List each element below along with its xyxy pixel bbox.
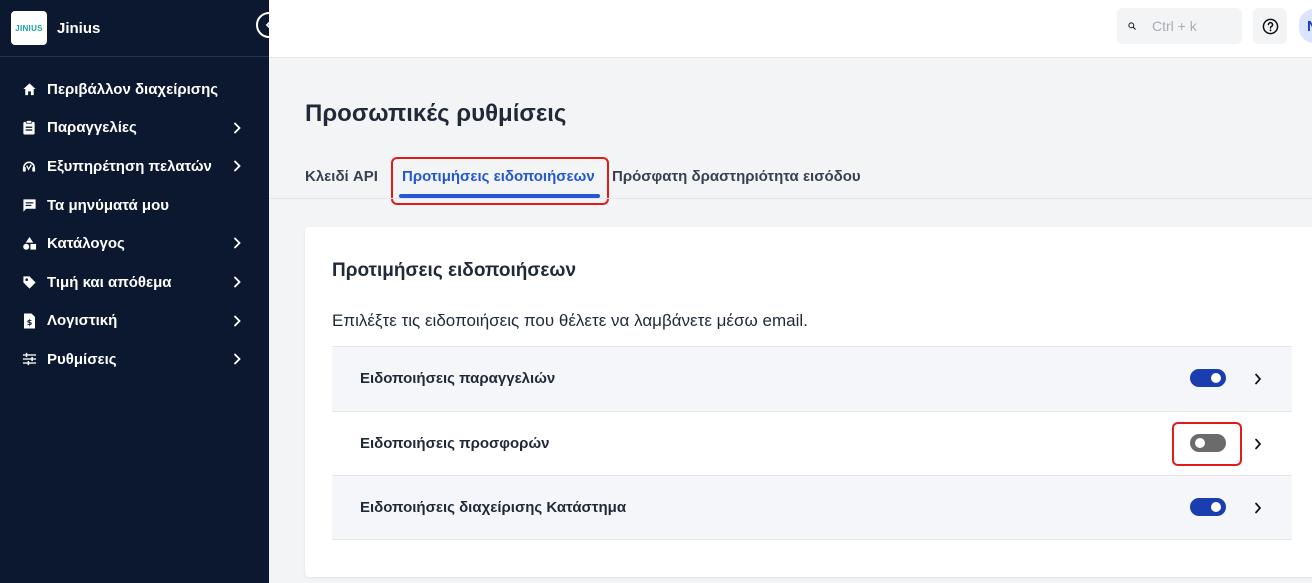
help-icon <box>1262 18 1278 34</box>
page-title: Προσωπικές ρυθμίσεις <box>305 100 567 127</box>
sidebar-item-catalog[interactable]: Κατάλογος <box>0 224 269 263</box>
headset-icon <box>21 158 37 174</box>
sidebar-item-label: Λογιστική <box>47 312 118 330</box>
chevron-right-icon <box>234 122 241 133</box>
chevron-right-icon[interactable] <box>1252 437 1264 451</box>
sidebar: JINIUS Jinius Περιβάλλον διαχείρισης Παρ… <box>0 0 282 583</box>
shapes-icon <box>21 236 37 252</box>
svg-text:$: $ <box>26 318 32 327</box>
sidebar-item-label: Περιβάλλον διαχείρισης <box>47 80 219 98</box>
chevron-right-icon <box>234 353 241 365</box>
card-title: Προτιμήσεις ειδοποιήσεων <box>332 260 577 281</box>
chevron-right-icon[interactable] <box>1252 501 1264 515</box>
search-box[interactable] <box>1117 8 1242 44</box>
tab-recent-login-activity[interactable]: Πρόσφατη δραστηριότητα εισόδου <box>612 164 861 197</box>
chevron-right-icon <box>234 160 241 172</box>
brand[interactable]: JINIUS Jinius <box>0 0 269 57</box>
sidebar-item-customer-service[interactable]: Εξυπηρέτηση πελατών <box>0 147 269 186</box>
offers-toggle[interactable] <box>1190 433 1226 452</box>
search-input[interactable] <box>1152 18 1242 34</box>
main-content: Προσωπικές ρυθμίσεις Κλειδί API Προτιμήσ… <box>269 58 1312 583</box>
home-icon <box>21 81 37 97</box>
chevron-right-icon <box>234 315 241 326</box>
sidebar-item-label: Ρυθμίσεις <box>47 350 117 368</box>
chevron-right-icon <box>234 237 241 249</box>
sidebar-item-accounting[interactable]: $ Λογιστική <box>0 302 269 341</box>
chevron-right-icon <box>234 276 241 288</box>
brand-logo: JINIUS <box>11 11 47 45</box>
tab-api-key[interactable]: Κλειδί API <box>305 164 399 197</box>
topbar: N <box>269 0 1312 58</box>
tabs-divider <box>269 198 1312 199</box>
invoice-icon: $ <box>21 313 37 329</box>
card-description: Επιλέξτε τις ειδοποιήσεις που θέλετε να … <box>332 311 808 330</box>
avatar[interactable]: N <box>1299 9 1312 43</box>
preferences-list: Ειδοποιήσεις παραγγελιών Ειδοποιήσεις πρ… <box>332 346 1292 540</box>
sidebar-item-label: Παραγγελίες <box>47 119 137 137</box>
preference-label: Ειδοποιήσεις παραγγελιών <box>360 370 556 388</box>
message-icon <box>21 197 37 213</box>
sidebar-item-label: Εξυπηρέτηση πελατών <box>47 157 212 175</box>
preference-row-store-management[interactable]: Ειδοποιήσεις διαχείρισης Κατάστημα <box>332 475 1292 540</box>
sidebar-item-dashboard[interactable]: Περιβάλλον διαχείρισης <box>0 70 269 109</box>
preference-label: Ειδοποιήσεις προσφορών <box>360 434 550 452</box>
preference-row-orders[interactable]: Ειδοποιήσεις παραγγελιών <box>332 346 1292 411</box>
sidebar-item-orders[interactable]: Παραγγελίες <box>0 109 269 148</box>
sliders-icon <box>21 351 37 367</box>
sidebar-nav: Περιβάλλον διαχείρισης Παραγγελίες Εξυπη… <box>0 57 269 379</box>
search-icon <box>1128 22 1136 30</box>
clipboard-icon <box>21 120 37 136</box>
sidebar-item-label: Κατάλογος <box>47 235 125 253</box>
toggle-knob <box>1211 373 1221 383</box>
sidebar-item-label: Τιμή και απόθεμα <box>47 273 172 291</box>
preference-label: Ειδοποιήσεις διαχείρισης Κατάστημα <box>360 498 627 516</box>
toggle-knob <box>1211 502 1221 512</box>
sidebar-item-messages[interactable]: Τα μηνύματά μου <box>0 186 269 225</box>
notification-preferences-card: Προτιμήσεις ειδοποιήσεων Επιλέξτε τις ει… <box>305 227 1312 577</box>
help-button[interactable] <box>1253 8 1287 44</box>
store-management-toggle[interactable] <box>1190 498 1226 516</box>
preference-row-offers[interactable]: Ειδοποιήσεις προσφορών <box>332 410 1292 476</box>
tag-icon <box>21 274 37 290</box>
sidebar-item-settings[interactable]: Ρυθμίσεις <box>0 340 269 379</box>
chevron-right-icon[interactable] <box>1252 372 1264 386</box>
brand-name: Jinius <box>57 19 101 37</box>
sidebar-item-price-stock[interactable]: Τιμή και απόθεμα <box>0 263 269 302</box>
orders-toggle[interactable] <box>1190 369 1226 387</box>
toggle-knob <box>1195 437 1205 448</box>
sidebar-item-label: Τα μηνύματά μου <box>47 196 169 214</box>
